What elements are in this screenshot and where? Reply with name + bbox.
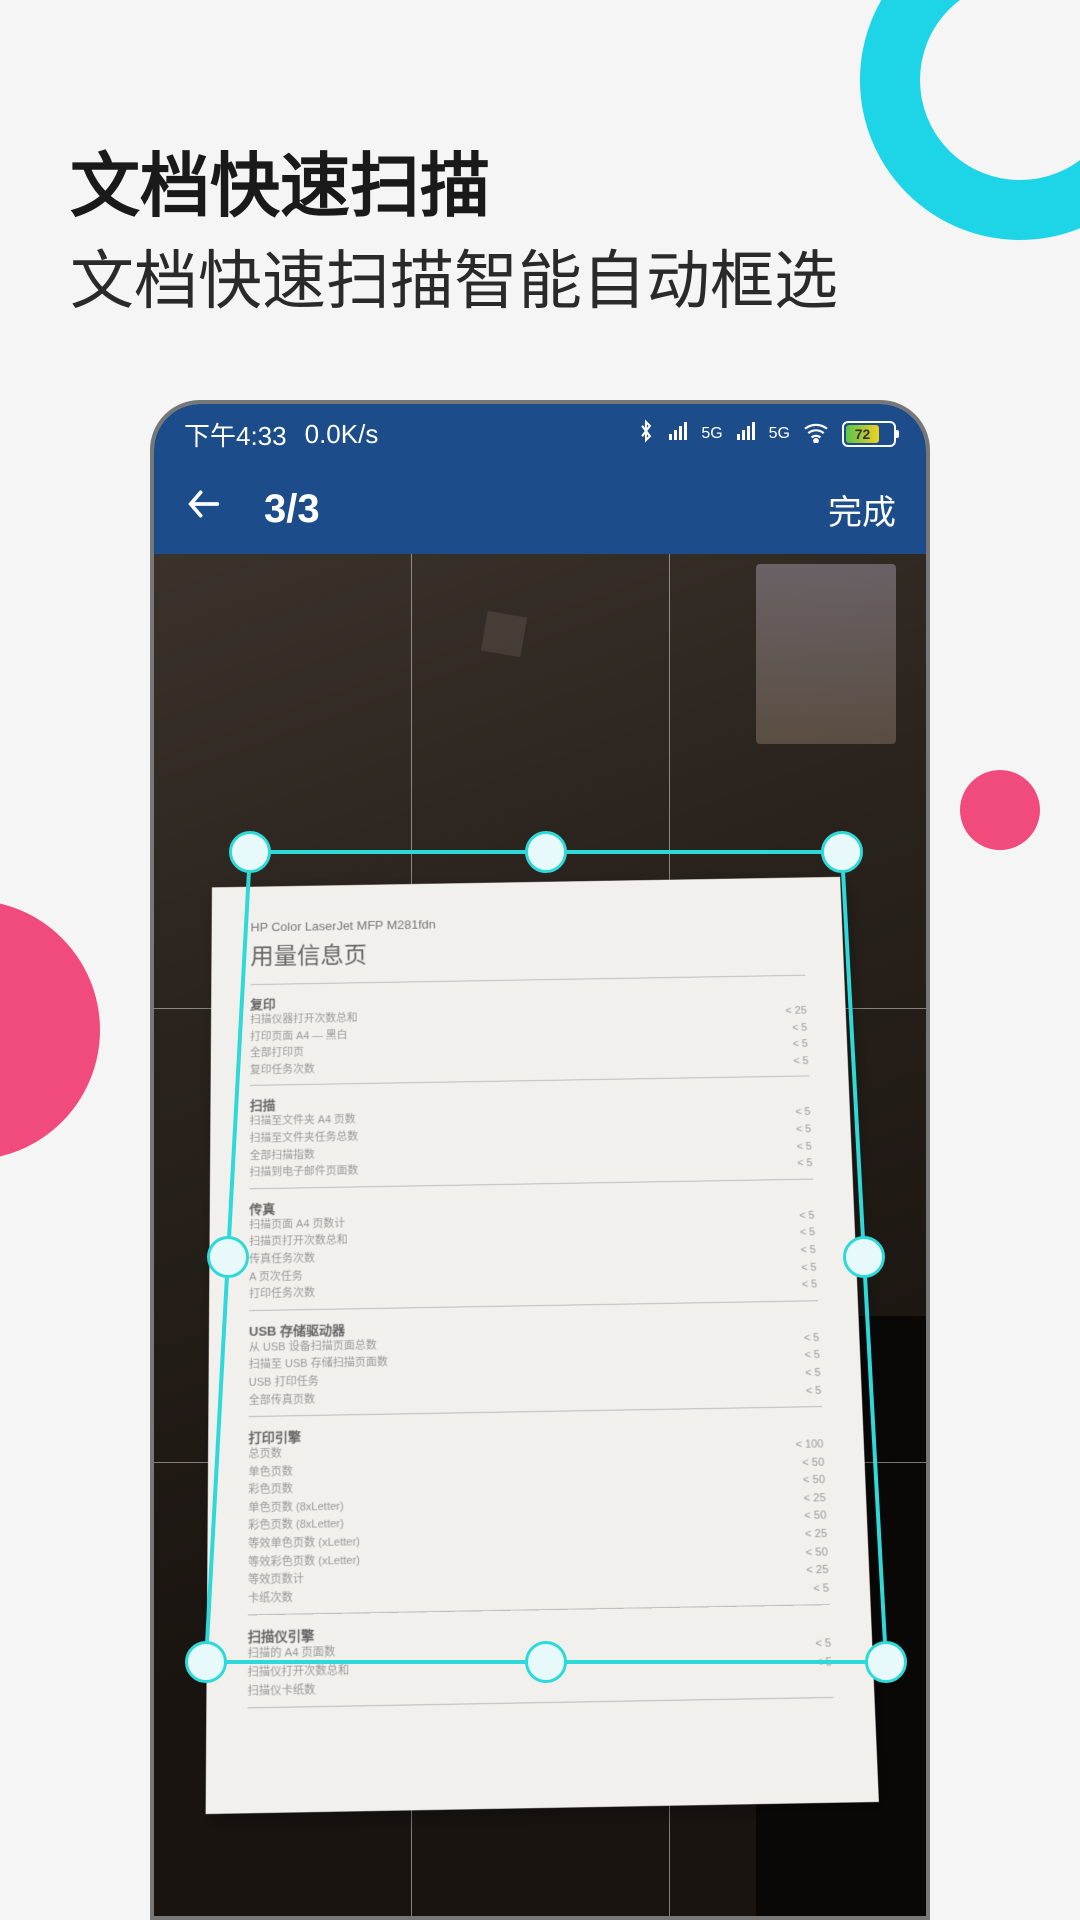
signal1-icon [667,420,695,448]
crop-handle[interactable] [207,1236,249,1278]
promo-title: 文档快速扫描 [70,130,490,231]
signal2-label: 5G [769,425,790,443]
promo-subtitle: 文档快速扫描智能自动框选 [70,230,838,322]
battery-level: 72 [846,425,879,443]
crop-handle[interactable] [525,831,567,873]
crop-handle[interactable] [865,1641,907,1683]
decorative-circle-pink [0,900,100,1160]
crop-handle[interactable] [185,1641,227,1683]
phone-mockup: 下午4:33 0.0K/s 5G 5G 72 [150,400,930,1920]
status-netspeed: 0.0K/s [305,419,379,450]
app-bar: 3/3 完成 [154,464,926,554]
decorative-circle-pink-small [960,770,1040,850]
crop-handle[interactable] [843,1236,885,1278]
status-bar: 下午4:33 0.0K/s 5G 5G 72 [154,404,926,464]
crop-handle[interactable] [821,831,863,873]
decorative-circle-cyan [860,0,1080,240]
bluetooth-icon [637,418,655,450]
battery-icon: 72 [842,421,896,447]
page-counter: 3/3 [264,487,828,532]
crop-handle[interactable] [229,831,271,873]
done-button[interactable]: 完成 [828,485,896,534]
signal1-label: 5G [701,425,722,443]
bg-object [481,611,527,657]
signal2-icon [735,420,763,448]
crop-handle[interactable] [525,1641,567,1683]
doc-header-big: 用量信息页 [250,929,804,971]
back-button[interactable] [184,484,224,534]
status-time: 下午4:33 [184,416,287,453]
bg-object [756,564,896,744]
camera-view[interactable]: HP Color LaserJet MFP M281fdn 用量信息页 复印扫描… [154,554,926,1916]
wifi-icon [802,419,830,450]
